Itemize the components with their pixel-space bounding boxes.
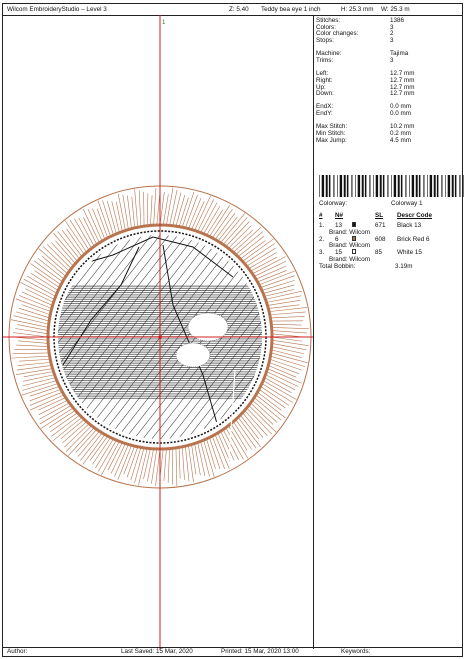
barcode xyxy=(319,175,464,197)
design-height: H: 25.3 mm xyxy=(341,6,374,13)
thread-brand: Brand: Wilcom xyxy=(329,255,370,263)
thread-swatch xyxy=(352,222,356,227)
footer-bar: Author: Last Saved: 15 Mar, 2020 Printed… xyxy=(3,647,462,656)
thread-swatch xyxy=(352,249,356,255)
axis-top-mark: 1 xyxy=(162,20,166,26)
embroidery-preview: 1 xyxy=(3,15,313,650)
label-stops: Stops: xyxy=(316,37,334,45)
thread-brand: Brand: Wilcom xyxy=(329,242,370,250)
thread-row: 2. 6 608 Brick Red 6 xyxy=(319,235,465,243)
footer-author: Author: xyxy=(7,648,28,655)
colorway-value: Colorway 1 xyxy=(391,200,423,207)
colorway-label: Colorway: xyxy=(319,200,347,207)
thread-row: 1. 13 671 Black 13 xyxy=(319,222,465,229)
bobbin-label: Total Bobbin: xyxy=(319,262,356,270)
total-bobbin-row: Total Bobbin: 3.19m xyxy=(319,263,465,270)
footer-keywords: Keywords: xyxy=(341,648,371,655)
thread-swatch xyxy=(352,235,356,241)
design-name: Teddy bea eye 1 inch xyxy=(261,6,321,13)
design-width: W: 25.3 m xyxy=(381,6,410,13)
label-max-jump: Max Jump: xyxy=(316,136,347,144)
label-down: Down: xyxy=(316,90,334,98)
thread-table-header: # N# SL Descr Code xyxy=(319,212,465,222)
sidebar-divider xyxy=(313,15,314,649)
value-endy: 0.0 mm xyxy=(390,110,411,118)
design-canvas: 1 xyxy=(3,15,313,650)
app-title: Wilcom EmbroideryStudio – Level 3 xyxy=(7,6,107,13)
value-max-jump: 4.5 mm xyxy=(390,136,411,144)
zoom-level: Z: 5.40 xyxy=(229,6,249,13)
value-trims: 3 xyxy=(390,56,394,64)
footer-last-saved: Last Saved: 15 Mar, 2020 xyxy=(121,648,193,655)
footer-printed: Printed: 15 Mar, 2020 13:00 xyxy=(221,648,299,655)
bobbin-value: 3.19m xyxy=(395,262,413,270)
thread-brand: Brand: Wilcom xyxy=(329,228,370,236)
thread-table: # N# SL Descr Code 1. 13 671 Black 13 Brand:… xyxy=(319,212,465,270)
col-sl: SL xyxy=(375,212,384,219)
col-num: # xyxy=(319,212,323,219)
design-stats-panel: Stitches: 1386 Colors: 3 Color changes: 2 S… xyxy=(316,17,462,144)
label-trims: Trims: xyxy=(316,56,334,64)
col-descr: Descr Code xyxy=(397,212,432,219)
col-n: N# xyxy=(335,212,344,219)
label-endy: EndY: xyxy=(316,110,333,118)
value-stops: 3 xyxy=(390,37,394,45)
print-preview-page: Wilcom EmbroideryStudio – Level 3 Z: 5.4… xyxy=(2,3,465,657)
value-down: 12.7 mm xyxy=(390,90,415,98)
thread-row: 3. 15 85 White 15 xyxy=(319,249,465,256)
origin-marker xyxy=(158,335,162,339)
